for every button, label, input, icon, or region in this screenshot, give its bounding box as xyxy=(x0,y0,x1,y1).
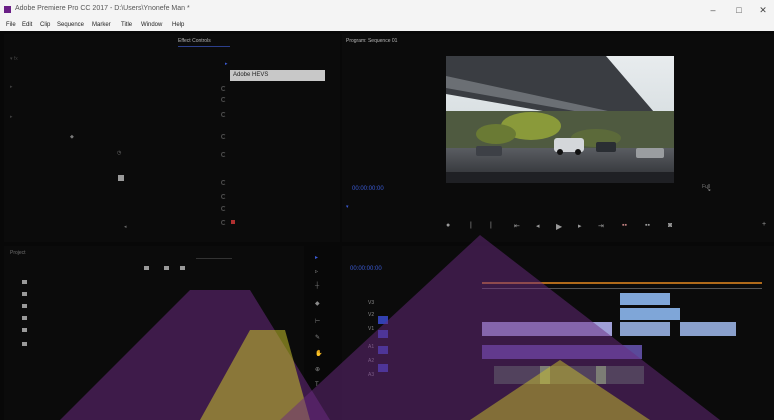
slip-tool-icon[interactable]: ⊢ xyxy=(315,318,320,325)
hand-tool-icon[interactable]: ✋ xyxy=(315,350,322,357)
reset-icon[interactable] xyxy=(221,206,226,211)
project-panel: Project xyxy=(4,246,304,420)
track-target-toggle[interactable] xyxy=(378,316,388,324)
track-label[interactable]: A2 xyxy=(368,358,374,364)
expand-icon[interactable]: ◂ xyxy=(124,224,127,230)
timeline-timecode[interactable]: 00:00:00:00 xyxy=(350,266,382,272)
keyframe-icon[interactable]: ◆ xyxy=(70,134,74,140)
step-back-icon[interactable]: ◂ xyxy=(536,222,540,230)
program-video-frame xyxy=(446,56,674,183)
premiere-pro-window: Adobe Premiere Pro CC 2017 - D:\Users\Yn… xyxy=(0,0,774,420)
track-label[interactable]: V1 xyxy=(368,326,374,332)
reset-icon[interactable] xyxy=(221,152,226,157)
freeform-view-icon[interactable] xyxy=(180,266,185,270)
step-forward-icon[interactable]: ▸ xyxy=(578,222,582,230)
audio-waveform xyxy=(596,366,606,384)
track-target-toggle[interactable] xyxy=(378,330,388,338)
minimize-button[interactable]: – xyxy=(706,3,720,17)
selection-tool-icon[interactable]: ▸ xyxy=(315,254,318,261)
menu-marker[interactable]: Marker xyxy=(92,22,111,28)
maximize-button[interactable]: □ xyxy=(732,3,746,17)
playhead-marker: ▾ xyxy=(346,204,349,210)
stopwatch-icon[interactable]: ◷ xyxy=(117,150,121,156)
export-frame-icon[interactable]: ◙ xyxy=(668,222,672,229)
effect-row-label: ▾ fx xyxy=(10,56,18,62)
tab-project[interactable]: Project xyxy=(10,250,26,256)
tab-divider xyxy=(196,258,232,259)
track-select-tool-icon[interactable]: ▹ xyxy=(315,268,318,275)
audio-clip[interactable] xyxy=(494,366,644,384)
menu-bar: File Edit Clip Sequence Marker Title Win… xyxy=(0,20,774,31)
bin-icon[interactable] xyxy=(22,292,27,296)
ripple-edit-tool-icon[interactable]: ┼ xyxy=(315,283,319,289)
add-button-icon[interactable]: + xyxy=(762,221,766,228)
razor-tool-icon[interactable]: ◆ xyxy=(315,300,320,307)
menu-title[interactable]: Title xyxy=(121,22,132,28)
video-clip[interactable] xyxy=(620,308,680,320)
extract-icon[interactable]: ▪▪ xyxy=(645,222,650,229)
audio-clip[interactable] xyxy=(482,345,642,359)
bin-icon[interactable] xyxy=(22,342,27,346)
tab-effect-controls[interactable]: Effect Controls xyxy=(178,38,211,44)
track-label[interactable]: V2 xyxy=(368,312,374,318)
list-view-icon[interactable] xyxy=(144,266,149,270)
reset-icon[interactable] xyxy=(221,86,226,91)
bin-icon[interactable] xyxy=(22,304,27,308)
play-button[interactable]: ▶ xyxy=(556,222,562,231)
track-label[interactable]: A1 xyxy=(368,344,374,350)
premiere-logo-icon xyxy=(4,6,11,13)
effect-row-label: ▸ xyxy=(10,84,13,90)
effect-preset-dropdown[interactable]: Adobe HEVS xyxy=(230,70,325,81)
tab-program[interactable]: Program: Sequence 01 xyxy=(346,38,397,44)
title-bar: Adobe Premiere Pro CC 2017 - D:\Users\Yn… xyxy=(0,0,774,20)
work-area-bar[interactable] xyxy=(482,282,762,284)
track-label[interactable]: A3 xyxy=(368,372,374,378)
reset-icon[interactable] xyxy=(221,180,226,185)
reset-icon[interactable] xyxy=(221,194,226,199)
chevron-right-icon[interactable]: ▸ xyxy=(225,61,228,67)
bin-icon[interactable] xyxy=(22,280,27,284)
keyframe-marker[interactable] xyxy=(231,220,235,224)
video-clip[interactable] xyxy=(620,322,670,336)
menu-edit[interactable]: Edit xyxy=(22,22,32,28)
time-ruler[interactable] xyxy=(482,288,762,289)
reset-icon[interactable] xyxy=(221,97,226,102)
lift-icon[interactable]: ▪▪ xyxy=(622,222,627,229)
menu-help[interactable]: Help xyxy=(172,22,184,28)
track-target-toggle[interactable] xyxy=(378,346,388,354)
video-clip[interactable] xyxy=(620,293,670,305)
window-title: Adobe Premiere Pro CC 2017 - D:\Users\Yn… xyxy=(15,5,190,12)
menu-file[interactable]: File xyxy=(6,22,16,28)
active-tab-indicator xyxy=(178,46,230,47)
track-label[interactable]: V3 xyxy=(368,300,374,306)
reset-icon[interactable] xyxy=(221,134,226,139)
type-tool-icon[interactable]: T xyxy=(315,382,319,388)
pen-tool-icon[interactable]: ✎ xyxy=(315,334,320,341)
video-clip[interactable] xyxy=(680,322,736,336)
menu-window[interactable]: Window xyxy=(141,22,162,28)
icon-view-icon[interactable] xyxy=(164,266,169,270)
bin-icon[interactable] xyxy=(22,328,27,332)
wrench-icon[interactable]: ↘ xyxy=(706,186,711,193)
mark-out-icon[interactable]: | xyxy=(490,222,492,229)
reset-icon[interactable] xyxy=(221,220,226,225)
reset-icon[interactable] xyxy=(221,112,226,117)
track-target-toggle[interactable] xyxy=(378,364,388,372)
audio-waveform xyxy=(540,366,550,384)
go-to-in-icon[interactable]: ⇤ xyxy=(514,222,520,230)
close-button[interactable]: ✕ xyxy=(756,3,770,17)
zoom-tool-icon[interactable]: ⊕ xyxy=(315,366,320,373)
menu-sequence[interactable]: Sequence xyxy=(57,22,84,28)
effect-row-label: ▸ xyxy=(10,114,13,120)
go-to-out-icon[interactable]: ⇥ xyxy=(598,222,604,230)
effect-controls-panel: Effect Controls ▾ fx ▸ ▸ ◆ ◷ ◂ ▸ xyxy=(4,34,340,261)
video-clip[interactable] xyxy=(482,322,612,336)
checkbox[interactable] xyxy=(118,175,124,181)
marker-icon[interactable]: ● xyxy=(446,222,450,229)
menu-clip[interactable]: Clip xyxy=(40,22,50,28)
bin-icon[interactable] xyxy=(22,316,27,320)
mark-in-icon[interactable]: | xyxy=(470,222,472,229)
program-timecode[interactable]: 00:00:00:00 xyxy=(352,186,384,192)
